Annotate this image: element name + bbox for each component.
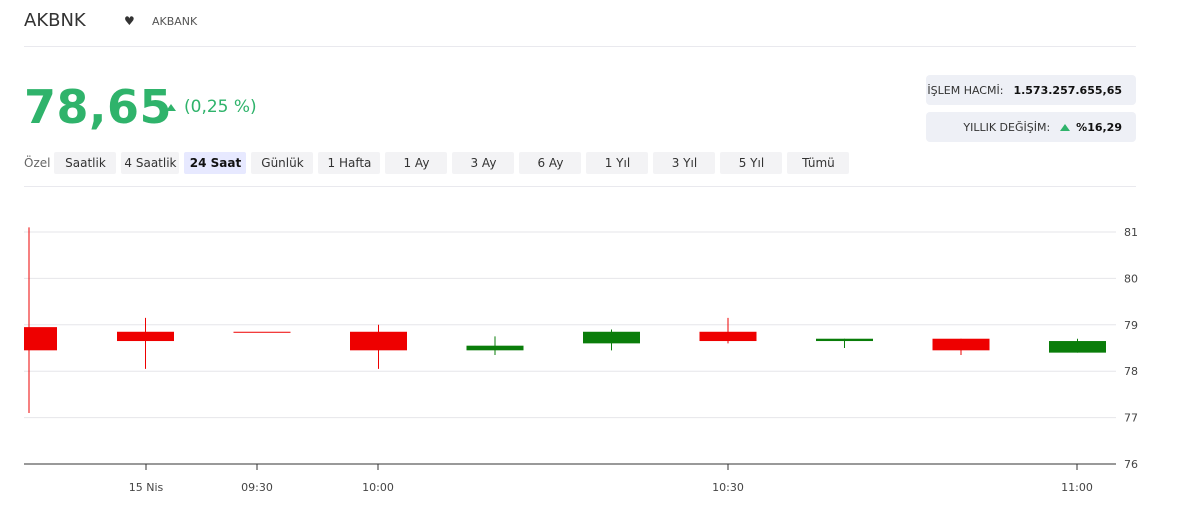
x-tick-label: 10:00 xyxy=(362,481,394,494)
range-24-saat[interactable]: 24 Saat xyxy=(184,152,247,174)
candle-body xyxy=(932,338,990,351)
volume-box: İŞLEM HACMİ: 1.573.257.655,65 xyxy=(926,75,1136,105)
candles xyxy=(24,227,1106,413)
range-1-hafta[interactable]: 1 Hafta xyxy=(318,152,381,174)
heart-icon[interactable]: ♥ xyxy=(124,14,135,28)
candle xyxy=(932,338,990,355)
candle-body xyxy=(583,331,640,344)
volume-label: İŞLEM HACMİ: xyxy=(927,83,1004,97)
candle xyxy=(466,336,524,355)
range-5-yil[interactable]: 5 Yıl xyxy=(720,152,783,174)
custom-range-label[interactable]: Özel xyxy=(24,156,50,170)
y-tick-label: 80 xyxy=(1124,272,1138,285)
candle xyxy=(233,331,291,333)
range-1-yil[interactable]: 1 Yıl xyxy=(586,152,649,174)
stock-symbol: AKBNK xyxy=(24,10,86,31)
x-axis-labels: 15 Nis 09:30 10:00 10:30 11:00 xyxy=(129,481,1093,494)
y-axis-labels: 76 77 78 79 80 81 xyxy=(1124,226,1138,471)
change-percent: (0,25 %) xyxy=(184,97,257,117)
volume-value: 1.573.257.655,65 xyxy=(1013,83,1122,97)
y-tick-label: 78 xyxy=(1124,365,1138,378)
candle-body xyxy=(24,327,57,351)
candle xyxy=(816,338,873,348)
x-tick-label: 11:00 xyxy=(1061,481,1093,494)
y-tick-label: 77 xyxy=(1124,412,1138,425)
range-3-yil[interactable]: 3 Yıl xyxy=(653,152,716,174)
header-bar: AKBNK ♥ AKBANK xyxy=(24,0,1136,47)
candle xyxy=(1049,338,1106,353)
gridlines xyxy=(24,231,1116,419)
yearly-change-box: YILLIK DEĞİŞİM: %16,29 xyxy=(926,112,1136,142)
candle xyxy=(350,324,407,369)
x-axis xyxy=(24,463,1116,470)
candlestick-chart[interactable]: 76 77 78 79 80 81 15 Nis 09:30 10:00 10:30 11:00 xyxy=(0,190,1200,506)
range-tumu[interactable]: Tümü xyxy=(787,152,850,174)
range-1-ay[interactable]: 1 Ay xyxy=(385,152,448,174)
yearly-change-label: YILLIK DEĞİŞİM: xyxy=(963,120,1051,134)
last-price: 78,65 xyxy=(24,80,173,134)
price-change: (0,25 %) xyxy=(166,97,257,117)
candle-body xyxy=(117,331,174,342)
up-arrow-icon xyxy=(166,103,176,111)
y-tick-label: 81 xyxy=(1124,226,1138,239)
candle-body xyxy=(816,338,873,342)
x-tick-label: 15 Nis xyxy=(129,481,164,494)
candle-body xyxy=(466,345,524,351)
candle xyxy=(699,317,757,344)
range-6-ay[interactable]: 6 Ay xyxy=(519,152,582,174)
x-tick-label: 09:30 xyxy=(241,481,273,494)
candle-body xyxy=(1049,341,1106,353)
candle-body xyxy=(699,331,757,342)
range-gunluk[interactable]: Günlük xyxy=(251,152,314,174)
candle xyxy=(117,317,174,369)
y-tick-label: 76 xyxy=(1124,458,1138,471)
range-saatlik[interactable]: Saatlik xyxy=(54,152,117,174)
up-arrow-icon xyxy=(1060,123,1071,131)
divider xyxy=(24,186,1136,187)
range-selector: Özel Saatlik 4 Saatlik 24 Saat Günlük 1 … xyxy=(24,152,854,174)
y-tick-label: 79 xyxy=(1124,319,1138,332)
x-tick-label: 10:30 xyxy=(712,481,744,494)
candle xyxy=(583,329,640,351)
company-name: AKBANK xyxy=(152,15,198,28)
yearly-change-value: %16,29 xyxy=(1076,120,1122,134)
range-4-saatlik[interactable]: 4 Saatlik xyxy=(121,152,180,174)
candle-body xyxy=(233,331,291,333)
range-3-ay[interactable]: 3 Ay xyxy=(452,152,515,174)
candle-body xyxy=(350,331,407,351)
candle xyxy=(24,227,57,413)
